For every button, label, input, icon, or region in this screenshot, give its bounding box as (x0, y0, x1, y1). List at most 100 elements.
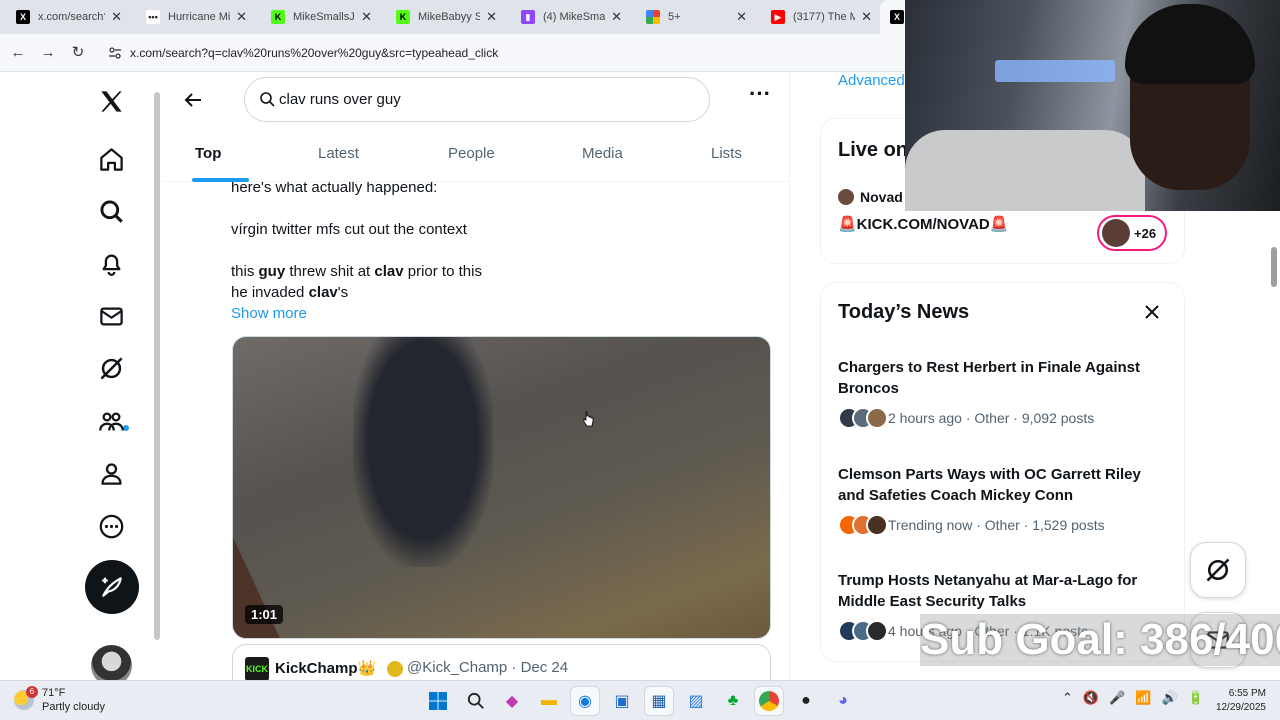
tab-people[interactable]: People (448, 145, 495, 162)
host-avatar (838, 189, 854, 205)
browser-tab[interactable]: K MikeBabyy Stre ✕ (380, 0, 505, 34)
search-input[interactable]: clav runs over guy (244, 77, 710, 122)
reload-icon[interactable]: ↻ (68, 43, 88, 63)
back-arrow-icon[interactable] (181, 88, 205, 112)
webcam-scene-detail (995, 60, 1115, 82)
close-icon[interactable] (1141, 301, 1163, 323)
forward-icon[interactable]: → (38, 43, 58, 63)
search-query: clav runs over guy (279, 91, 401, 108)
tab-lists[interactable]: Lists (711, 145, 742, 162)
browser-tab[interactable]: 5+ ✕ (630, 0, 755, 34)
evernote-icon[interactable]: ♣ (719, 687, 747, 715)
youtube-icon: ▶ (771, 10, 785, 24)
discord-icon[interactable]: ◕ (829, 687, 857, 715)
sub-goal-overlay: Sub Goal: 386/400 (920, 614, 1280, 666)
close-icon[interactable]: ✕ (236, 9, 247, 25)
close-icon[interactable]: ✕ (861, 9, 872, 25)
news-headline: Trump Hosts Netanyahu at Mar-a-Lago for … (838, 572, 1138, 610)
scrollbar[interactable] (153, 82, 161, 672)
advanced-search-link[interactable]: Advanced (838, 72, 905, 89)
close-icon[interactable]: ✕ (486, 9, 497, 25)
tab-label: Hurricane Milto (168, 11, 231, 23)
browser-tab[interactable]: ▮ (4) MikeSmalls ✕ (505, 0, 630, 34)
profile-icon[interactable] (88, 450, 134, 496)
back-icon[interactable]: ← (8, 43, 28, 63)
communities-icon[interactable] (88, 398, 134, 444)
windows-taskbar: 6 71°F Partly cloudy ◆ ▬ ◉ ▣ ▦ ▨ ♣ ● ◕ ⌃🔇… (0, 680, 1280, 720)
live-host[interactable]: Novad (838, 189, 903, 205)
chrome-icon[interactable] (755, 687, 783, 715)
photos-icon[interactable]: ▨ (682, 687, 710, 715)
browser-tab[interactable]: ▶ (3177) The Mil ✕ (755, 0, 880, 34)
more-icon[interactable] (88, 503, 134, 549)
file-explorer-icon[interactable]: ▬ (535, 687, 563, 715)
more-options-icon[interactable]: ··· (748, 83, 772, 110)
close-icon[interactable]: ✕ (736, 9, 747, 25)
post-button[interactable] (85, 560, 139, 614)
scrollbar-thumb[interactable] (154, 92, 160, 640)
news-avatars (838, 407, 888, 429)
dots-icon: ••• (146, 10, 160, 24)
copilot-icon[interactable]: ◆ (498, 687, 526, 715)
news-meta: Trending now · Other · 1,529 posts (838, 514, 1168, 536)
url-field[interactable]: x.com/search?q=clav%20runs%20over%20guy&… (100, 39, 910, 67)
webcam-scene-detail (905, 130, 1145, 211)
twitch-icon: ▮ (521, 10, 535, 24)
feather-icon (102, 577, 122, 597)
tab-label: MikeSmallsJr - (293, 11, 356, 23)
tab-label: 5+ (668, 11, 681, 23)
weather-desc: Partly cloudy (42, 701, 105, 713)
browser-tab[interactable]: ••• Hurricane Milto ✕ (130, 0, 255, 34)
close-icon[interactable]: ✕ (361, 9, 372, 25)
live-stream-title[interactable]: 🚨KICK.COM/NOVAD🚨 (838, 215, 1008, 233)
url-text: x.com/search?q=clav%20runs%20over%20guy&… (130, 46, 499, 60)
scrollbar-thumb[interactable] (1271, 247, 1277, 287)
tab-top[interactable]: Top (195, 145, 221, 162)
browser-tab[interactable]: X x.com/search?q= ✕ (0, 0, 130, 34)
obs-icon[interactable]: ● (792, 687, 820, 715)
app-icon[interactable]: ▦ (645, 687, 673, 715)
windows-start-icon[interactable] (424, 687, 452, 715)
weather-temp: 71°F (42, 687, 66, 699)
quoted-tweet[interactable]: KICK KickChamp👑 @Kick_Champ · Dec 24 (232, 644, 771, 680)
grok-icon (1206, 558, 1230, 582)
weather-badge: 6 (26, 686, 38, 698)
todays-news-card: Today’s News Chargers to Rest Herbert in… (820, 282, 1185, 662)
x-icon: X (890, 10, 904, 24)
video-frame-detail (353, 337, 493, 567)
news-item[interactable]: Chargers to Rest Herbert in Finale Again… (838, 357, 1168, 429)
tab-latest[interactable]: Latest (318, 145, 359, 162)
grok-button[interactable] (1190, 542, 1246, 598)
kick-icon: K (396, 10, 410, 24)
quote-author-name[interactable]: KickChamp👑 (275, 659, 376, 677)
home-icon[interactable] (88, 136, 134, 182)
news-title: Today’s News (838, 301, 970, 323)
x-icon: X (16, 10, 30, 24)
site-info-icon[interactable] (108, 46, 122, 60)
clock[interactable]: 6:55 PM 12/29/2025 (1206, 687, 1266, 715)
search-icon[interactable] (88, 188, 134, 234)
quote-avatar[interactable]: KICK (245, 657, 269, 680)
store-icon[interactable]: ▣ (608, 687, 636, 715)
search-header: clav runs over guy ··· Top Latest People… (163, 72, 789, 182)
tab-media[interactable]: Media (582, 145, 623, 162)
messages-icon[interactable] (88, 293, 134, 339)
live-listeners-badge[interactable]: +26 (1097, 215, 1167, 251)
close-icon[interactable]: ✕ (611, 9, 622, 25)
show-more-link[interactable]: Show more (231, 305, 307, 322)
notifications-icon[interactable] (88, 240, 134, 286)
edge-icon[interactable]: ◉ (571, 687, 599, 715)
browser-tab[interactable]: K MikeSmallsJr - ✕ (255, 0, 380, 34)
close-icon[interactable]: ✕ (111, 9, 122, 25)
search-icon[interactable] (462, 687, 490, 715)
tweet-video[interactable]: 1:01 (232, 336, 771, 639)
google-icon (646, 10, 660, 24)
kick-icon: K (271, 10, 285, 24)
tweet-line: this guy threw shit at clav prior to thi… (231, 263, 482, 280)
news-item[interactable]: Clemson Parts Ways with OC Garrett Riley… (838, 464, 1168, 536)
system-tray[interactable]: ⌃🔇🎤📶🔊🔋 (1062, 690, 1214, 706)
x-logo-icon[interactable] (88, 78, 134, 124)
news-meta: 2 hours ago · Other · 9,092 posts (838, 407, 1168, 429)
quote-author-handle: @Kick_Champ · Dec 24 (407, 659, 569, 676)
grok-icon[interactable] (88, 345, 134, 391)
